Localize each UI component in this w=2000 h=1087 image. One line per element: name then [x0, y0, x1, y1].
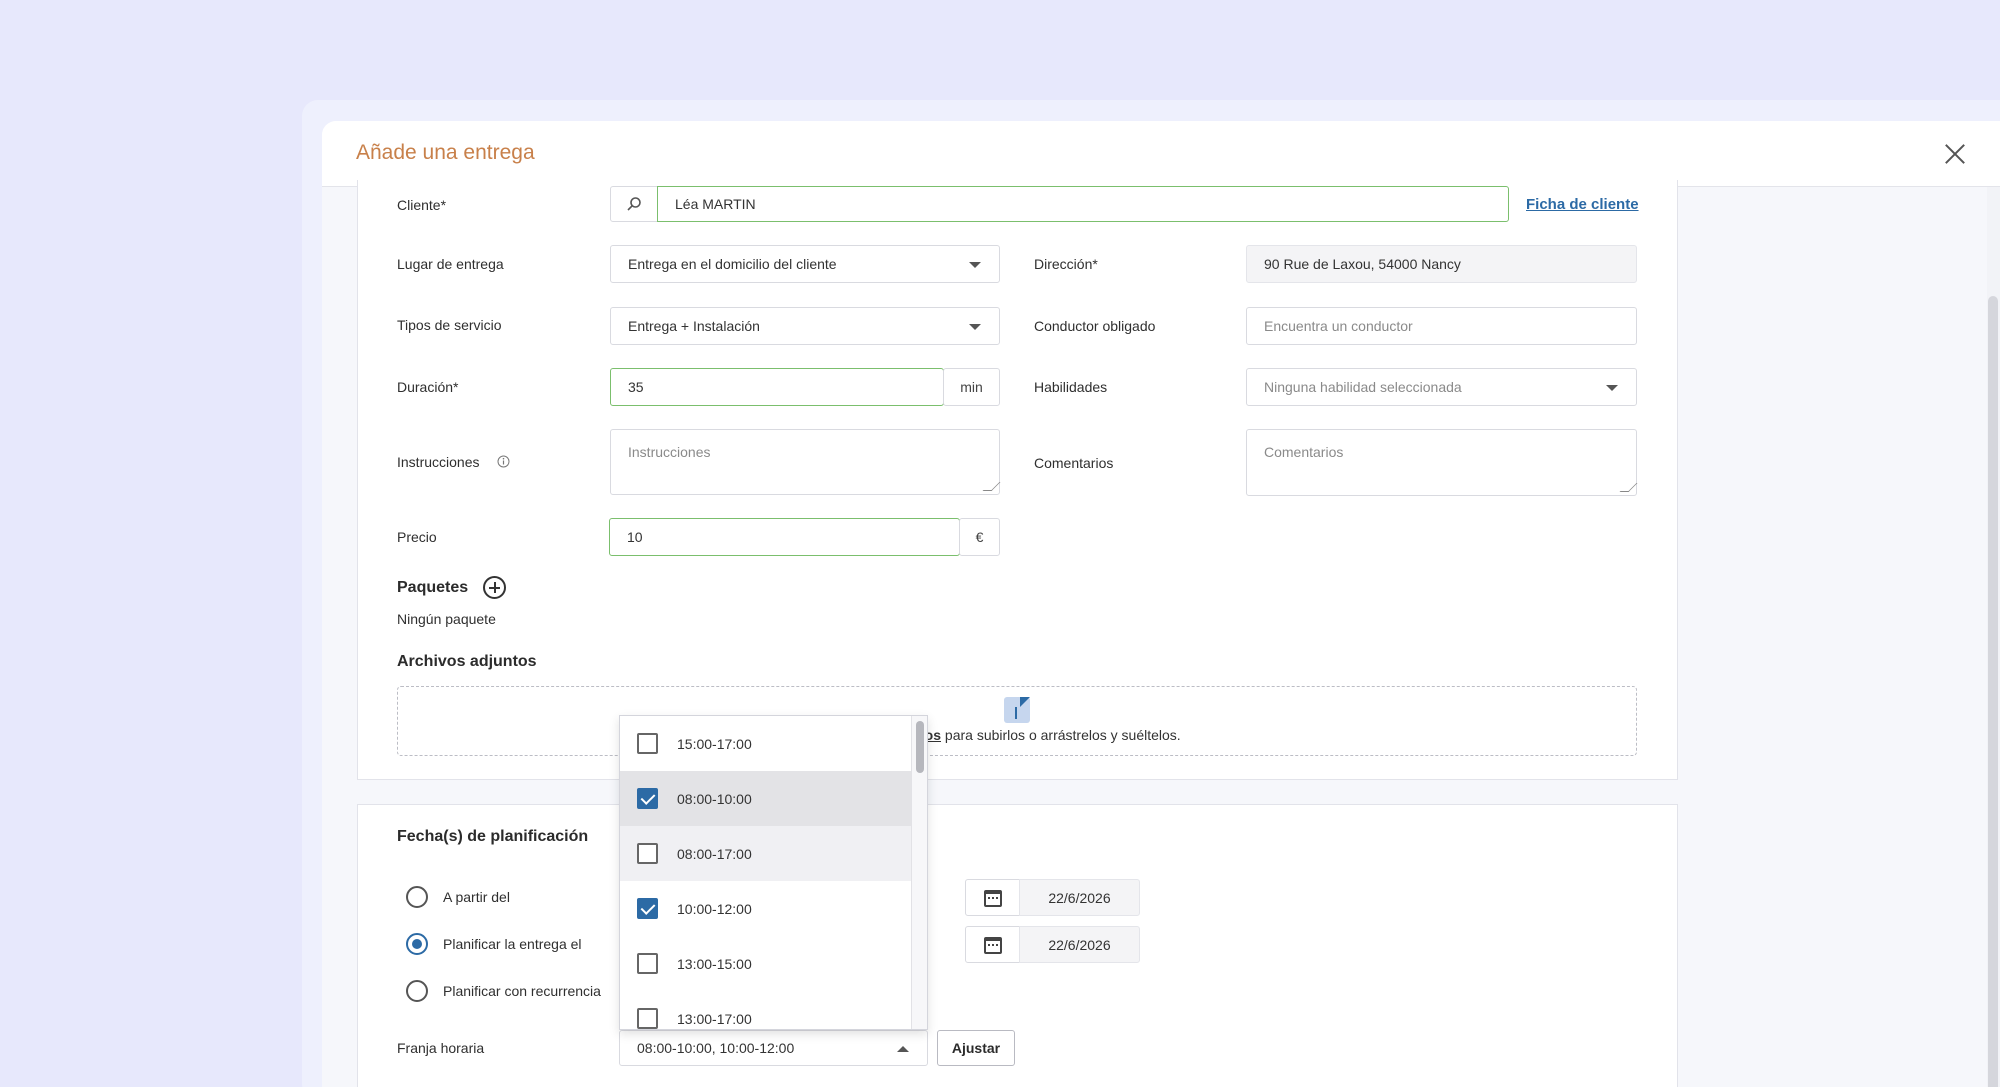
time-slot-dropdown: 15:00-17:00 08:00-10:00 08:00-17:00 10:0…	[619, 715, 928, 1030]
service-types-select[interactable]: Entrega + Instalación	[610, 307, 1000, 345]
checkbox[interactable]	[637, 733, 658, 754]
delivery-place-value: Entrega en el domicilio del cliente	[628, 256, 837, 272]
duration-unit: min	[943, 368, 1000, 406]
checkbox[interactable]	[637, 953, 658, 974]
instructions-placeholder: Instrucciones	[628, 444, 711, 460]
instructions-textarea[interactable]: Instrucciones	[610, 429, 1001, 495]
chevron-up-icon	[897, 1046, 909, 1052]
skills-label: Habilidades	[1034, 379, 1108, 395]
dropdown-scroll-thumb[interactable]	[916, 721, 924, 773]
price-label: Precio	[397, 529, 437, 545]
dropzone-text: ivos para subirlos o arrástrelos y suélt…	[913, 727, 1181, 743]
radio-plan-on-date[interactable]	[406, 933, 428, 955]
time-slot-option[interactable]: 15:00-17:00	[620, 716, 913, 771]
driver-label: Conductor obligado	[1034, 318, 1156, 334]
from-date-input[interactable]: 22/6/2026	[1019, 879, 1140, 916]
modal-title: Añade una entrega	[356, 141, 535, 164]
client-label: Cliente*	[397, 197, 447, 213]
radio-recurrence[interactable]	[406, 980, 428, 1002]
checkbox-checked[interactable]	[637, 788, 658, 809]
duration-input[interactable]: 35	[610, 368, 944, 406]
time-slot-option[interactable]: 08:00-17:00	[620, 826, 913, 881]
price-input[interactable]: 10	[609, 518, 960, 556]
client-input[interactable]: Léa MARTIN	[657, 186, 1509, 222]
time-slot-option[interactable]: 13:00-15:00	[620, 936, 913, 991]
skills-placeholder: Ninguna habilidad seleccionada	[1264, 379, 1462, 395]
dropdown-scrollbar[interactable]	[911, 716, 927, 1029]
duration-label: Duración*	[397, 379, 459, 395]
time-slot-option[interactable]: 13:00-17:00	[620, 991, 913, 1029]
modal-scrollbar-thumb[interactable]	[1988, 296, 1998, 1087]
adjust-button[interactable]: Ajustar	[937, 1030, 1015, 1066]
chevron-down-icon	[969, 262, 981, 268]
radio-plan-on-date-label: Planificar la entrega el	[443, 936, 582, 952]
time-slot-label: Franja horaria	[397, 1040, 485, 1056]
packages-title: Paquetes	[397, 579, 469, 596]
close-icon[interactable]	[1940, 139, 1970, 169]
info-icon[interactable]	[497, 455, 510, 468]
client-search-button[interactable]	[610, 186, 658, 222]
search-icon	[627, 197, 641, 211]
on-date-input[interactable]: 22/6/2026	[1019, 926, 1140, 963]
modal-header: Añade una entrega	[322, 121, 2000, 187]
service-types-label: Tipos de servicio	[397, 317, 502, 333]
time-slot-option[interactable]: 10:00-12:00	[620, 881, 913, 936]
packages-empty: Ningún paquete	[397, 611, 496, 627]
resize-handle-icon[interactable]	[1619, 483, 1638, 492]
driver-placeholder: Encuentra un conductor	[1264, 318, 1413, 334]
calendar-icon	[984, 890, 1002, 907]
address-field[interactable]: 90 Rue de Laxou, 54000 Nancy	[1246, 245, 1637, 283]
checkbox[interactable]	[637, 1008, 658, 1029]
chevron-down-icon	[1606, 385, 1618, 391]
radio-recurrence-label: Planificar con recurrencia	[443, 983, 601, 999]
upload-file-icon	[1004, 697, 1030, 723]
attachments-title: Archivos adjuntos	[397, 653, 537, 670]
checkbox-checked[interactable]	[637, 898, 658, 919]
driver-input[interactable]: Encuentra un conductor	[1246, 307, 1637, 345]
resize-handle-icon[interactable]	[982, 482, 1001, 491]
address-label: Dirección*	[1034, 256, 1098, 272]
add-package-icon[interactable]	[483, 576, 506, 599]
chevron-down-icon	[969, 324, 981, 330]
skills-select[interactable]: Ninguna habilidad seleccionada	[1246, 368, 1637, 406]
comments-label: Comentarios	[1034, 455, 1114, 471]
checkbox[interactable]	[637, 843, 658, 864]
time-slot-select[interactable]: 08:00-10:00, 10:00-12:00	[619, 1030, 928, 1066]
service-types-value: Entrega + Instalación	[628, 318, 760, 334]
calendar-icon	[984, 937, 1002, 954]
comments-textarea[interactable]: Comentarios	[1246, 429, 1638, 496]
client-file-link[interactable]: Ficha de cliente	[1526, 196, 1639, 213]
time-slot-option[interactable]: 08:00-10:00	[620, 771, 913, 826]
delivery-place-label: Lugar de entrega	[397, 256, 504, 272]
calendar-button-from[interactable]	[965, 879, 1020, 916]
delivery-place-select[interactable]: Entrega en el domicilio del cliente	[610, 245, 1000, 283]
price-currency: €	[959, 518, 1000, 556]
radio-from-date[interactable]	[406, 886, 428, 908]
calendar-button-on[interactable]	[965, 926, 1020, 963]
radio-from-date-label: A partir del	[443, 889, 510, 905]
instructions-label: Instrucciones	[397, 454, 480, 470]
time-slot-value: 08:00-10:00, 10:00-12:00	[637, 1040, 795, 1056]
comments-placeholder: Comentarios	[1264, 444, 1344, 460]
planning-title: Fecha(s) de planificación	[397, 828, 589, 845]
